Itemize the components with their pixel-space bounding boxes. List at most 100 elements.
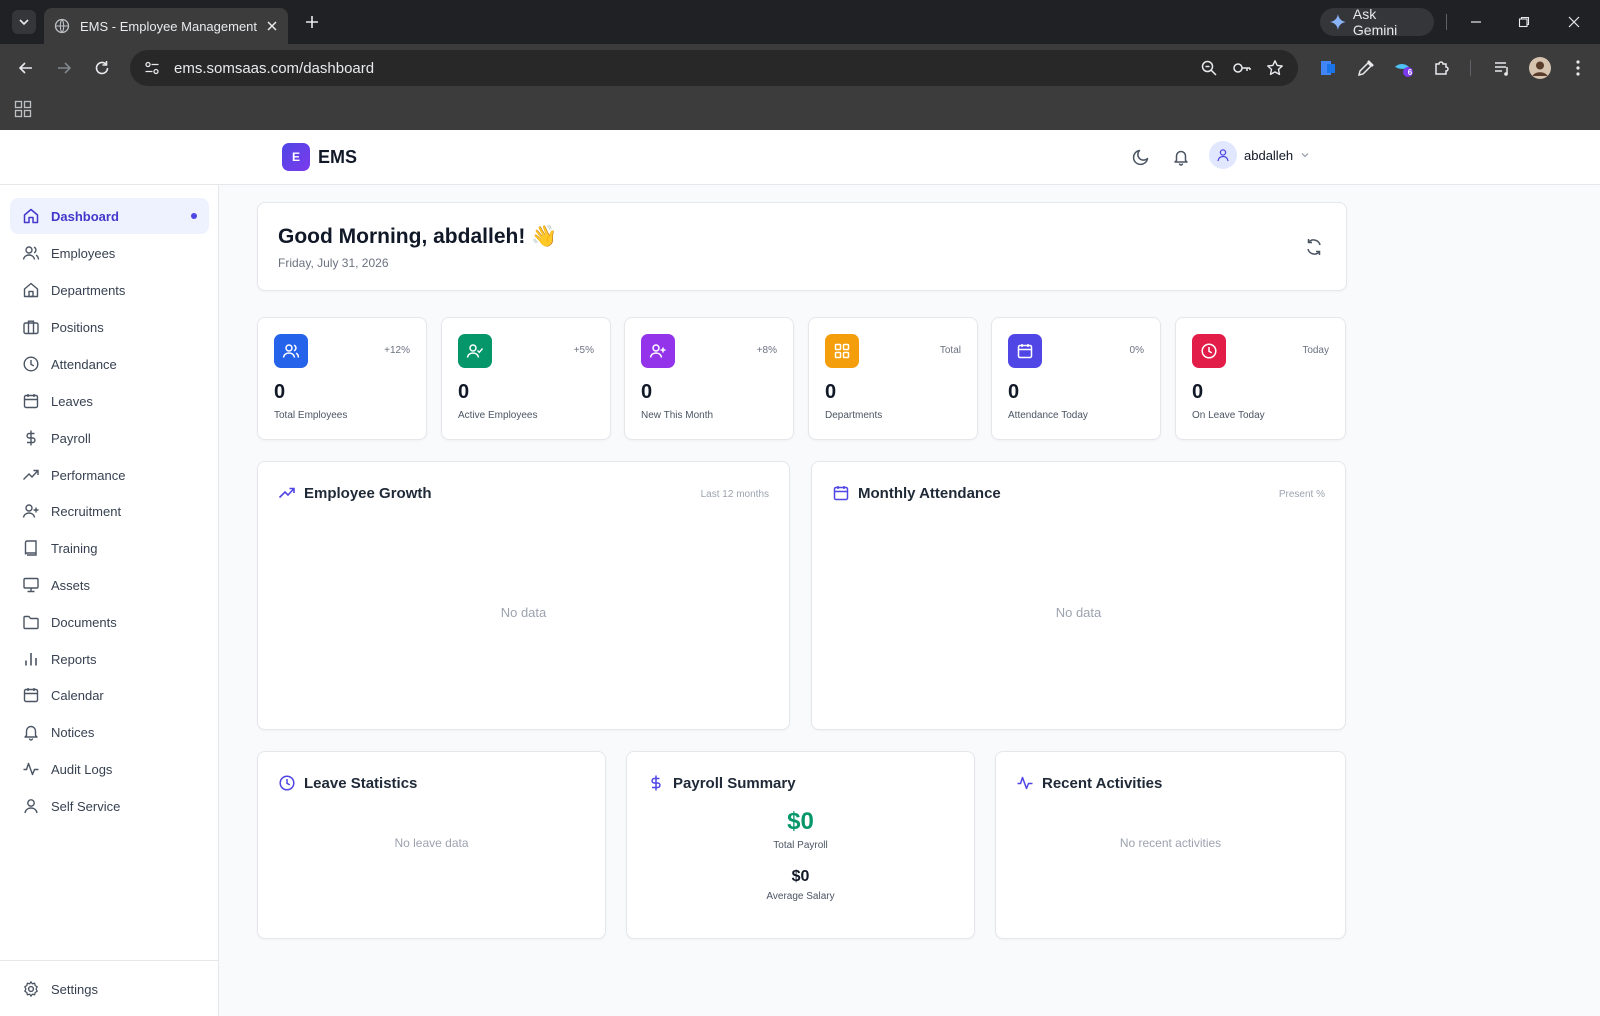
sidebar-item-attendance[interactable]: Attendance xyxy=(10,346,209,382)
sidebar-item-performance[interactable]: Performance xyxy=(10,457,209,493)
media-controls-icon[interactable] xyxy=(1490,56,1514,80)
browser-menu-button[interactable] xyxy=(1566,56,1590,80)
employee-growth-panel: Employee Growth Last 12 months No data xyxy=(257,461,790,730)
address-bar[interactable]: ems.somsaas.com/dashboard xyxy=(130,50,1298,86)
stat-value: 0 xyxy=(458,381,470,403)
average-salary-value: $0 xyxy=(791,868,810,885)
close-icon[interactable] xyxy=(266,20,278,32)
tab-search-button[interactable] xyxy=(12,10,36,34)
sidebar-item-reports[interactable]: Reports xyxy=(10,641,209,677)
greeting-title: Good Morning, abdalleh! 👋 xyxy=(278,225,558,248)
panel-title: Monthly Attendance xyxy=(858,484,1001,502)
reload-button[interactable] xyxy=(90,56,114,80)
leave-statistics-panel: Leave Statistics No leave data xyxy=(257,751,606,939)
bell-icon xyxy=(1174,150,1188,166)
panel-title: Leave Statistics xyxy=(304,774,418,792)
sidebar-item-calendar[interactable]: Calendar xyxy=(10,677,209,713)
ask-gemini-button[interactable]: Ask Gemini xyxy=(1320,6,1434,38)
chevron-down-icon xyxy=(19,19,29,26)
avatar-icon xyxy=(1529,57,1551,79)
stat-card-new-this-month[interactable]: +8% 0 New This Month xyxy=(624,317,794,440)
sidebar-item-label: Calendar xyxy=(51,687,104,703)
sidebar-item-label: Positions xyxy=(51,319,104,335)
stat-card-active-employees[interactable]: +5% 0 Active Employees xyxy=(441,317,611,440)
extension-badge: 6 xyxy=(1407,68,1413,77)
monthly-attendance-panel: Monthly Attendance Present % No data xyxy=(811,461,1346,730)
dark-mode-toggle[interactable] xyxy=(1130,146,1152,168)
sidebar-item-label: Notices xyxy=(51,724,95,740)
stat-card-attendance-today[interactable]: 0% 0 Attendance Today xyxy=(991,317,1161,440)
clock-icon xyxy=(279,775,295,791)
more-vertical-icon xyxy=(1576,60,1580,76)
restore-button[interactable] xyxy=(1514,12,1534,32)
refresh-button[interactable] xyxy=(1304,237,1324,257)
extension-flag-icon[interactable] xyxy=(1316,56,1340,80)
sidebar-item-documents[interactable]: Documents xyxy=(10,604,209,640)
forward-button[interactable] xyxy=(52,56,76,80)
sidebar-item-audit-logs[interactable]: Audit Logs xyxy=(10,751,209,787)
refresh-icon xyxy=(1307,239,1321,255)
site-settings-icon[interactable] xyxy=(144,60,160,76)
greeting-card: Good Morning, abdalleh! 👋 Friday, July 3… xyxy=(257,202,1347,291)
stat-card-total-employees[interactable]: +12% 0 Total Employees xyxy=(257,317,427,440)
browser-chrome: EMS - Employee Management Ask Gemini ems… xyxy=(0,0,1600,130)
logo-text: EMS xyxy=(318,146,358,167)
sidebar-footer: Settings xyxy=(0,960,218,1016)
sidebar-item-notices[interactable]: Notices xyxy=(10,714,209,750)
apps-grid-button[interactable] xyxy=(14,100,32,118)
sidebar-item-dashboard[interactable]: Dashboard xyxy=(10,198,209,234)
back-button[interactable] xyxy=(14,56,38,80)
sidebar-item-label: Assets xyxy=(51,577,91,593)
extension-eyedropper-icon[interactable] xyxy=(1354,56,1378,80)
sidebar-item-departments[interactable]: Departments xyxy=(10,272,209,308)
user-check-icon xyxy=(458,334,492,368)
stat-card-departments[interactable]: Total 0 Departments xyxy=(808,317,978,440)
total-payroll-label: Total Payroll xyxy=(773,840,828,851)
window-close-button[interactable] xyxy=(1564,12,1584,32)
browser-tab-active[interactable]: EMS - Employee Management xyxy=(44,8,288,44)
panel-note: Last 12 months xyxy=(700,489,769,500)
stat-label: On Leave Today xyxy=(1192,410,1265,421)
stat-card-on-leave-today[interactable]: Today 0 On Leave Today xyxy=(1175,317,1346,440)
sidebar-item-leaves[interactable]: Leaves xyxy=(10,383,209,419)
user-plus-icon xyxy=(641,334,675,368)
app-logo[interactable]: E EMS xyxy=(282,143,357,171)
sidebar-item-settings[interactable]: Settings xyxy=(10,971,209,1007)
user-menu[interactable]: abdalleh xyxy=(1209,141,1310,169)
stat-label: Attendance Today xyxy=(1008,410,1088,421)
globe-icon xyxy=(54,18,70,34)
trending-up-icon xyxy=(23,469,39,480)
extension-whale-icon[interactable]: 6 xyxy=(1392,56,1416,80)
gear-icon xyxy=(24,981,38,997)
sidebar-item-assets[interactable]: Assets xyxy=(10,567,209,603)
notifications-button[interactable] xyxy=(1170,146,1192,168)
book-icon xyxy=(24,540,37,556)
close-icon xyxy=(1568,16,1580,28)
sidebar-item-positions[interactable]: Positions xyxy=(10,309,209,345)
password-key-icon[interactable] xyxy=(1232,59,1252,77)
panel-title: Recent Activities xyxy=(1042,774,1163,792)
bookmark-star-icon[interactable] xyxy=(1266,59,1284,77)
plus-icon xyxy=(306,16,318,28)
sidebar-item-training[interactable]: Training xyxy=(10,530,209,566)
activity-icon xyxy=(1017,776,1033,790)
stat-value: 0 xyxy=(825,381,837,403)
extensions-puzzle-icon[interactable] xyxy=(1430,56,1454,80)
zoom-icon[interactable] xyxy=(1200,59,1218,77)
sidebar-item-recruitment[interactable]: Recruitment xyxy=(10,493,209,529)
sidebar-item-employees[interactable]: Employees xyxy=(10,235,209,271)
stat-value: 0 xyxy=(274,381,286,403)
sidebar-item-payroll[interactable]: Payroll xyxy=(10,420,209,456)
total-payroll-value: $0 xyxy=(787,808,814,835)
divider xyxy=(1446,14,1447,30)
calendar-icon xyxy=(23,688,39,703)
profile-avatar[interactable] xyxy=(1528,56,1552,80)
stat-change: +12% xyxy=(384,345,410,356)
sidebar-item-self-service[interactable]: Self Service xyxy=(10,788,209,824)
new-tab-button[interactable] xyxy=(302,12,322,32)
reload-icon xyxy=(95,61,109,75)
bookmarks-bar xyxy=(0,92,1600,130)
minimize-button[interactable] xyxy=(1466,12,1486,32)
url-text[interactable]: ems.somsaas.com/dashboard xyxy=(174,60,1200,77)
minimize-icon xyxy=(1471,21,1481,23)
